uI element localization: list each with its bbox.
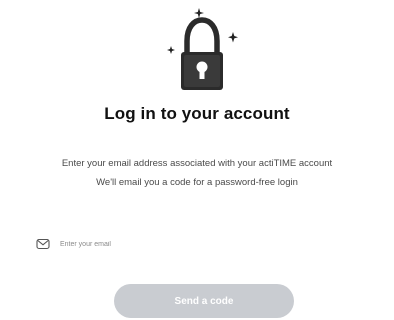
sparkle-icon [167,8,238,54]
page-title: Log in to your account [104,104,290,123]
email-field[interactable] [34,234,360,254]
send-code-button[interactable]: Send a code [114,284,294,318]
description-line-1: Enter your email address associated with… [61,158,333,169]
email-input[interactable] [60,240,350,248]
description-line-2: We'll email you a code for a password-fr… [96,177,298,188]
envelope-icon [34,235,52,253]
padlock-icon [162,6,242,92]
